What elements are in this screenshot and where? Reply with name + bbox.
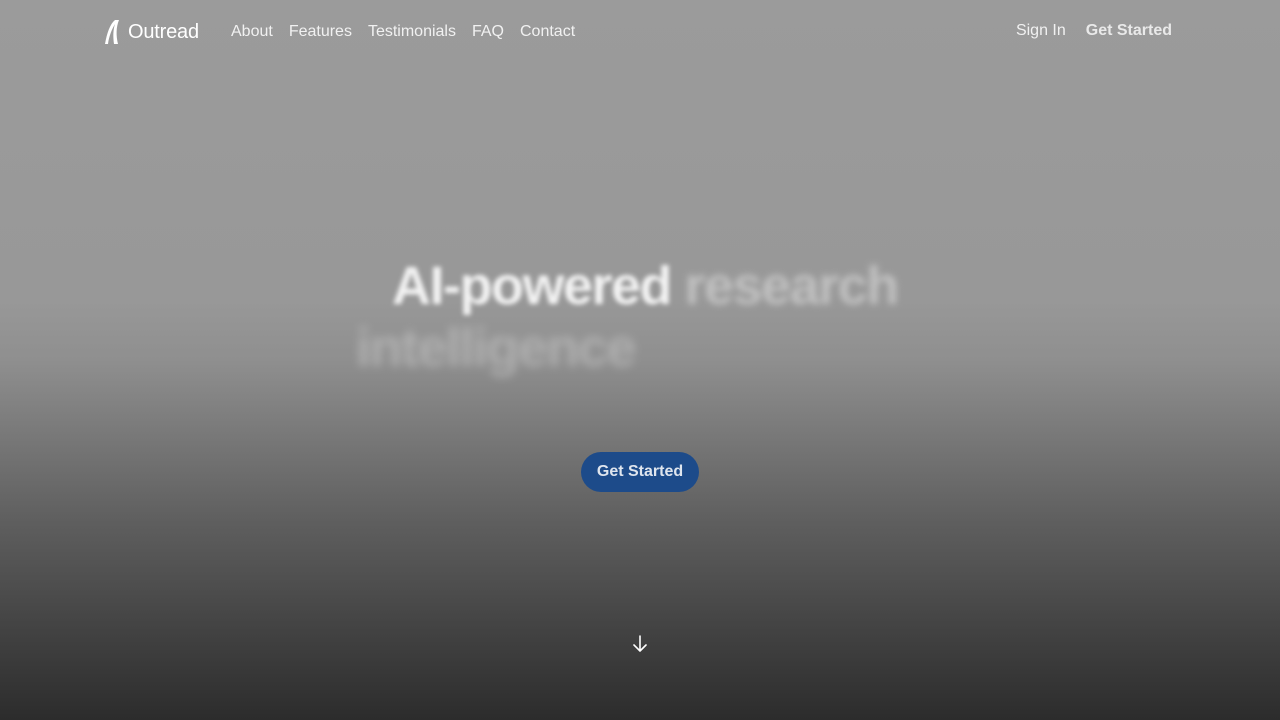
nav-link-features[interactable]: Features (289, 22, 352, 42)
hero-get-started-button[interactable]: Get Started (581, 452, 699, 492)
hero-word-ai-powered: AI-powered (392, 256, 673, 316)
arrow-down-icon[interactable] (628, 632, 652, 656)
outread-logo-icon (105, 20, 119, 44)
nav-link-testimonials[interactable]: Testimonials (368, 22, 456, 42)
hero-word-intelligence: intelligence (356, 318, 637, 378)
nav-links: About Features Testimonials FAQ Contact (231, 22, 591, 42)
nav-link-contact[interactable]: Contact (520, 22, 575, 42)
nav-link-about[interactable]: About (231, 22, 273, 42)
sign-in-link[interactable]: Sign In (1016, 21, 1066, 41)
hero-headline-line-2: intelligence (356, 316, 637, 380)
nav-get-started-button[interactable]: Get Started (1086, 21, 1172, 41)
hero-word-research: research (684, 256, 900, 316)
nav-link-faq[interactable]: FAQ (472, 22, 504, 42)
nav-actions: Sign In Get Started (1016, 21, 1172, 41)
logo-link[interactable]: Outread (103, 18, 199, 46)
brand-name: Outread (128, 20, 199, 43)
hero-headline-line-1: AI-powered research (392, 254, 900, 318)
top-navigation: Outread About Features Testimonials FAQ … (0, 0, 1280, 64)
